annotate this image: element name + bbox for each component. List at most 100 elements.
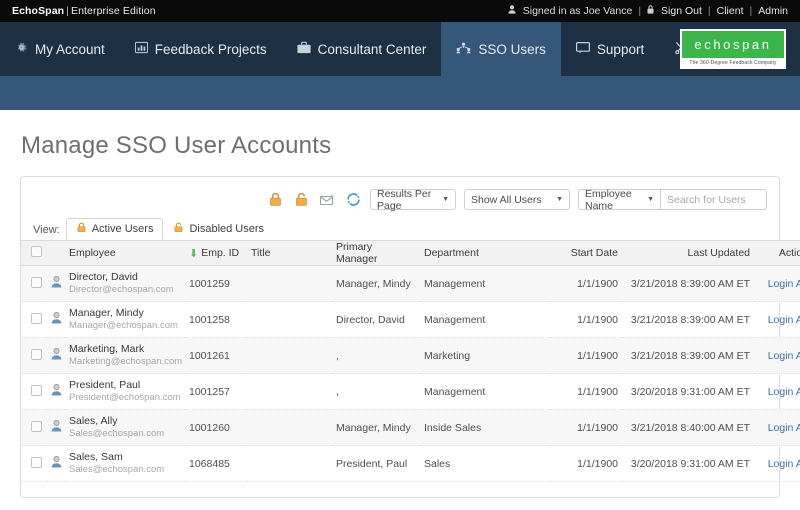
row-checkbox[interactable]: [31, 312, 42, 324]
table-row[interactable]: Marketing, Mark Marketing@echospan.com 1…: [21, 337, 800, 374]
employee-name: Sales, Ally: [69, 414, 118, 427]
row-last-updated: 3/20/2018 9:31:00 AM ET: [622, 445, 754, 482]
chevron-down-icon: ▼: [442, 196, 449, 203]
login-as-link[interactable]: Login As: [768, 458, 800, 470]
table-row[interactable]: Sales, Sam Sales@echospan.com 1068485 Pr…: [21, 445, 800, 482]
row-department: Sales: [420, 445, 550, 482]
sort-descending-icon: ⬇: [189, 247, 199, 260]
row-department: Management: [420, 373, 550, 410]
row-select-cell: [21, 445, 47, 482]
tab-active-users[interactable]: Active Users: [65, 218, 164, 240]
row-title: [247, 409, 332, 446]
search-input[interactable]: [660, 189, 767, 210]
brand-name: EchoSpan: [12, 5, 65, 17]
employee-name: Sales, Sam: [69, 450, 123, 463]
header-emp-id-label: Emp. ID: [201, 246, 240, 259]
table-row[interactable]: Director, David Director@echospan.com 10…: [21, 265, 800, 302]
row-department: Marketing: [420, 337, 550, 374]
show-users-filter-label: Show All Users: [471, 193, 542, 206]
tab-label-active-users: Active Users: [91, 223, 154, 235]
nav-item-my-account[interactable]: My Account: [0, 22, 120, 76]
row-title: [247, 445, 332, 482]
row-primary-manager: President, Paul: [332, 445, 420, 482]
results-per-page-select[interactable]: Results Per Page ▼: [370, 188, 456, 212]
row-employee-cell: Sales, Sam Sales@echospan.com: [65, 445, 185, 482]
select-all-checkbox[interactable]: [31, 246, 42, 257]
users-table-body: Director, David Director@echospan.com 10…: [21, 265, 800, 482]
table-row[interactable]: President, Paul President@echospan.com 1…: [21, 373, 800, 410]
header-primary-manager[interactable]: Primary Manager: [332, 240, 420, 266]
row-last-updated: 3/20/2018 9:31:00 AM ET: [622, 373, 754, 410]
view-label: View:: [33, 224, 60, 236]
login-as-link[interactable]: Login As: [768, 314, 800, 326]
search-field-select[interactable]: Employee Name ▼: [578, 188, 660, 212]
login-as-link[interactable]: Login As: [768, 350, 800, 362]
login-as-link[interactable]: Login As: [768, 278, 800, 290]
row-primary-manager: Director, David: [332, 301, 420, 338]
admin-link[interactable]: Admin: [758, 5, 788, 17]
envelope-icon[interactable]: [318, 191, 336, 209]
users-table-head: Employee ⬇ Emp. ID Title Primary Manager …: [21, 240, 800, 266]
echospan-logo[interactable]: echospan The 360-Degree Feedback Company: [680, 29, 786, 69]
header-department[interactable]: Department: [420, 240, 550, 266]
avatar: [51, 348, 62, 363]
table-row[interactable]: Sales, Ally Sales@echospan.com 1001260 M…: [21, 409, 800, 446]
row-checkbox[interactable]: [31, 384, 42, 396]
nav-label-consultant-center: Consultant Center: [317, 41, 427, 57]
select-all-header: [21, 240, 47, 266]
row-checkbox[interactable]: [31, 456, 42, 468]
row-department: Management: [420, 265, 550, 302]
row-select-cell: [21, 265, 47, 302]
row-checkbox[interactable]: [31, 420, 42, 432]
logo-tagline: The 360-Degree Feedback Company: [689, 59, 777, 66]
row-department: Inside Sales: [420, 409, 550, 446]
refresh-icon[interactable]: [344, 191, 362, 209]
show-users-filter-select[interactable]: Show All Users ▼: [464, 189, 570, 210]
row-action-cell: Login As: [754, 409, 800, 446]
employee-name: Director, David: [69, 270, 138, 283]
header-start-date[interactable]: Start Date: [550, 240, 622, 266]
client-link[interactable]: Client: [717, 5, 744, 17]
row-avatar-cell: [47, 445, 65, 482]
header-title[interactable]: Title: [247, 240, 332, 266]
row-select-cell: [21, 301, 47, 338]
sign-out-link[interactable]: Sign Out: [661, 5, 702, 17]
row-checkbox[interactable]: [31, 348, 42, 360]
lock-open-icon: [173, 222, 184, 236]
tab-disabled-users[interactable]: Disabled Users: [163, 218, 274, 240]
nav-label-sso-users: SSO Users: [478, 41, 546, 57]
row-action-cell: Login As: [754, 445, 800, 482]
row-select-cell: [21, 373, 47, 410]
row-emp-id: 1001260: [185, 409, 247, 446]
view-tabs: View: Active Users Disabled Users: [21, 218, 779, 240]
chevron-down-icon: ▼: [647, 196, 654, 203]
header-action: Action: [754, 240, 800, 266]
row-avatar-cell: [47, 265, 65, 302]
header-emp-id[interactable]: ⬇ Emp. ID: [185, 240, 247, 266]
header-employee[interactable]: Employee: [65, 240, 185, 266]
login-as-link[interactable]: Login As: [768, 422, 800, 434]
row-avatar-cell: [47, 301, 65, 338]
main-navigation: My Account Feedback Projects Consultant …: [0, 22, 800, 76]
nav-item-support[interactable]: Support: [561, 22, 659, 76]
lock-closed-icon[interactable]: [266, 191, 284, 209]
nav-item-sso-users[interactable]: SSO Users: [441, 22, 561, 76]
sub-navigation-band: [0, 76, 800, 110]
nav-item-feedback-projects[interactable]: Feedback Projects: [120, 22, 282, 76]
avatar: [51, 384, 62, 399]
avatar: [51, 456, 62, 471]
nav-item-consultant-center[interactable]: Consultant Center: [282, 22, 442, 76]
lock-open-icon[interactable]: [292, 191, 310, 209]
login-as-link[interactable]: Login As: [768, 386, 800, 398]
briefcase-icon: [297, 41, 311, 57]
row-emp-id: 1001261: [185, 337, 247, 374]
row-employee-cell: Manager, Mindy Manager@echospan.com: [65, 301, 185, 338]
signed-in-label: Signed in as Joe Vance: [522, 5, 633, 17]
row-last-updated: 3/21/2018 8:40:00 AM ET: [622, 409, 754, 446]
header-last-updated[interactable]: Last Updated: [622, 240, 754, 266]
row-start-date: 1/1/1900: [550, 445, 622, 482]
row-checkbox[interactable]: [31, 276, 42, 288]
table-row[interactable]: Manager, Mindy Manager@echospan.com 1001…: [21, 301, 800, 338]
row-start-date: 1/1/1900: [550, 337, 622, 374]
row-primary-manager: Manager, Mindy: [332, 265, 420, 302]
